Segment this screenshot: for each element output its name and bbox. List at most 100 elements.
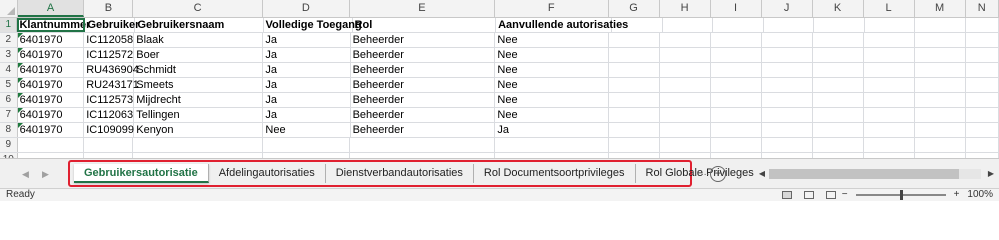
table-cell[interactable]	[609, 123, 660, 137]
table-cell[interactable]: Aanvullende autorisaties	[496, 18, 628, 32]
table-cell[interactable]	[660, 93, 711, 107]
table-cell[interactable]: 6401970	[17, 48, 85, 62]
table-cell[interactable]: Beheerder	[351, 63, 496, 77]
table-cell[interactable]: Nee	[495, 93, 609, 107]
scroll-track[interactable]	[769, 169, 981, 179]
table-cell[interactable]	[966, 33, 999, 47]
table-cell[interactable]	[263, 138, 350, 152]
table-cell[interactable]	[813, 63, 864, 77]
table-cell[interactable]: Ja	[263, 33, 351, 47]
sheet-tab-gebruikersautorisatie[interactable]: Gebruikersautorisatie	[74, 164, 209, 183]
next-sheet-icon[interactable]: ▶	[42, 169, 49, 180]
zoom-out-button[interactable]: −	[842, 189, 848, 201]
table-cell[interactable]	[864, 93, 915, 107]
row-header[interactable]: 3	[0, 48, 18, 62]
table-cell[interactable]	[609, 48, 660, 62]
zoom-level[interactable]: 100%	[967, 189, 993, 201]
table-cell[interactable]: Tellingen	[134, 108, 264, 122]
column-header-j[interactable]: J	[762, 0, 813, 17]
table-cell[interactable]	[711, 78, 762, 92]
table-cell[interactable]: Schmidt	[134, 63, 264, 77]
column-header-k[interactable]: K	[813, 0, 864, 17]
table-cell[interactable]	[813, 48, 864, 62]
row-header[interactable]: 7	[0, 108, 18, 122]
table-cell[interactable]	[813, 93, 864, 107]
table-cell[interactable]	[813, 33, 864, 47]
page-break-view-icon[interactable]	[825, 191, 836, 199]
table-cell[interactable]: Ja	[495, 123, 609, 137]
column-header-l[interactable]: L	[864, 0, 915, 17]
column-header-n[interactable]: N	[966, 0, 999, 17]
table-cell[interactable]: 6401970	[17, 93, 85, 107]
table-cell[interactable]: Beheerder	[351, 108, 496, 122]
table-cell[interactable]	[813, 123, 864, 137]
table-cell[interactable]: IC109099	[84, 123, 135, 137]
table-cell[interactable]	[711, 33, 762, 47]
table-cell[interactable]: Boer	[134, 48, 264, 62]
table-cell[interactable]	[609, 33, 660, 47]
table-cell[interactable]	[764, 18, 815, 32]
table-cell[interactable]	[915, 108, 966, 122]
table-cell[interactable]: 6401970	[17, 108, 85, 122]
table-cell[interactable]: RU436904	[84, 63, 139, 77]
table-cell[interactable]: 6401970	[17, 123, 85, 137]
column-header-m[interactable]: M	[915, 0, 966, 17]
table-cell[interactable]	[711, 108, 762, 122]
column-header-b[interactable]: B	[84, 0, 134, 17]
table-cell[interactable]	[762, 93, 813, 107]
prev-sheet-icon[interactable]: ◀	[22, 169, 29, 180]
column-header-h[interactable]: H	[660, 0, 711, 17]
table-cell[interactable]	[814, 18, 865, 32]
row-header[interactable]: 9	[0, 138, 18, 152]
table-cell[interactable]	[711, 63, 762, 77]
table-cell[interactable]: RU243171	[84, 78, 139, 92]
table-cell[interactable]: Volledige Toegang	[264, 18, 362, 32]
table-cell[interactable]: Nee	[495, 48, 609, 62]
table-cell[interactable]	[762, 48, 813, 62]
column-header-d[interactable]: D	[263, 0, 350, 17]
table-cell[interactable]	[915, 78, 966, 92]
table-cell[interactable]: Ja	[263, 78, 351, 92]
table-cell[interactable]	[915, 33, 966, 47]
table-cell[interactable]: IC112572	[84, 48, 135, 62]
scroll-left-icon[interactable]: ◀	[755, 167, 769, 181]
row-header[interactable]: 1	[0, 18, 18, 32]
table-cell[interactable]: Nee	[495, 78, 609, 92]
column-header-c[interactable]: C	[133, 0, 263, 17]
table-cell[interactable]: Smeets	[134, 78, 264, 92]
table-cell[interactable]	[762, 33, 813, 47]
table-cell[interactable]: Mijdrecht	[134, 93, 264, 107]
sheet-tab-afdelingautorisaties[interactable]: Afdelingautorisaties	[209, 164, 326, 183]
table-cell[interactable]	[495, 138, 609, 152]
table-cell[interactable]	[660, 33, 711, 47]
table-cell[interactable]	[762, 108, 813, 122]
scroll-thumb[interactable]	[769, 169, 959, 179]
table-cell[interactable]	[915, 138, 966, 152]
table-cell[interactable]: Nee	[495, 63, 609, 77]
row-header[interactable]: 6	[0, 93, 18, 107]
table-cell[interactable]: Beheerder	[351, 33, 496, 47]
table-cell[interactable]	[915, 123, 966, 137]
row-header[interactable]: 2	[0, 33, 18, 47]
table-cell[interactable]	[762, 123, 813, 137]
table-cell[interactable]	[762, 63, 813, 77]
table-cell[interactable]	[915, 48, 966, 62]
table-cell[interactable]	[864, 108, 915, 122]
table-cell[interactable]: Rol	[353, 18, 497, 32]
table-cell[interactable]	[660, 123, 711, 137]
table-cell[interactable]	[865, 18, 916, 32]
table-cell[interactable]	[660, 138, 711, 152]
table-cell[interactable]	[966, 138, 999, 152]
table-cell[interactable]	[660, 63, 711, 77]
table-cell[interactable]	[864, 33, 915, 47]
table-cell[interactable]: 6401970	[17, 78, 85, 92]
table-cell[interactable]	[350, 138, 495, 152]
row-header[interactable]: 4	[0, 63, 18, 77]
table-cell[interactable]	[966, 108, 999, 122]
table-cell[interactable]: Ja	[263, 48, 351, 62]
table-cell[interactable]	[609, 63, 660, 77]
table-cell[interactable]	[915, 18, 966, 32]
table-cell[interactable]	[966, 48, 999, 62]
table-cell[interactable]	[966, 123, 999, 137]
table-cell[interactable]	[813, 108, 864, 122]
